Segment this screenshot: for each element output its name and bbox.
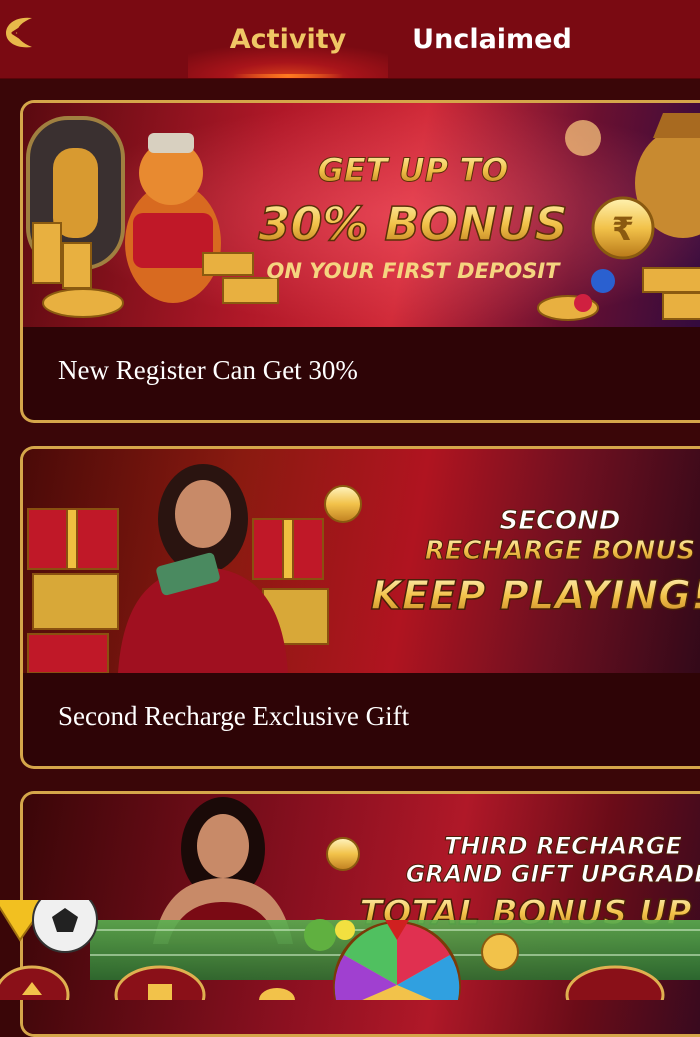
nav-button-home[interactable] bbox=[0, 965, 70, 1000]
banner-subline: ON YOUR FIRST DEPOSIT bbox=[267, 259, 562, 283]
banner-subline: RECHARGE BONUS bbox=[425, 536, 695, 566]
banner-headline: GET UP TO bbox=[318, 151, 509, 189]
activity-list: ₹ GET UP TO 30% BONUS ON YOUR FIRST DEPO… bbox=[0, 79, 700, 1037]
first-deposit-banner-art: ₹ GET UP TO 30% BONUS ON YOUR FIRST DEPO… bbox=[23, 103, 700, 327]
promo-banner-image[interactable]: SECOND RECHARGE BONUS KEEP PLAYING! bbox=[23, 449, 700, 673]
nav-button-promotion[interactable] bbox=[259, 988, 295, 1000]
banner-bonus-text: KEEP PLAYING! bbox=[371, 573, 700, 619]
promo-card-first-deposit[interactable]: ₹ GET UP TO 30% BONUS ON YOUR FIRST DEPO… bbox=[20, 100, 700, 423]
second-recharge-banner-art: SECOND RECHARGE BONUS KEEP PLAYING! bbox=[27, 464, 700, 673]
back-button[interactable] bbox=[2, 12, 36, 52]
promo-title: Second Recharge Exclusive Gift bbox=[58, 701, 410, 731]
banner-bonus-text: 30% BONUS bbox=[258, 197, 567, 251]
promo-banner-image[interactable]: ₹ GET UP TO 30% BONUS ON YOUR FIRST DEPO… bbox=[23, 103, 700, 327]
header-bar: Activity Unclaimed bbox=[0, 0, 700, 79]
banner-headline: THIRD RECHARGE bbox=[444, 832, 682, 860]
soccer-ball-icon[interactable] bbox=[32, 900, 98, 953]
crescent-back-icon bbox=[6, 17, 32, 48]
promo-title: New Register Can Get 30% bbox=[58, 355, 358, 385]
banner-subline: GRAND GIFT UPGRADE: bbox=[406, 860, 700, 888]
svg-text:₹: ₹ bbox=[612, 210, 634, 248]
tab-unclaimed[interactable]: Unclaimed bbox=[392, 0, 592, 78]
banner-headline: SECOND bbox=[499, 506, 620, 536]
promo-card-second-recharge[interactable]: SECOND RECHARGE BONUS KEEP PLAYING! Seco… bbox=[20, 446, 700, 769]
tab-activity[interactable]: Activity bbox=[188, 0, 388, 78]
bottom-game-nav bbox=[0, 900, 700, 1000]
coin-icon bbox=[481, 933, 519, 971]
